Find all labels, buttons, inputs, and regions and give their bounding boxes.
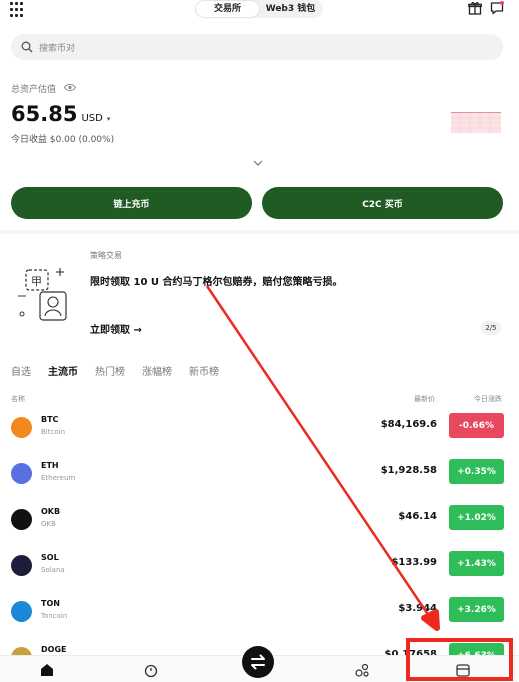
coin-symbol: DOGE — [41, 645, 67, 654]
chevron-down-icon[interactable]: ▾ — [107, 115, 111, 123]
coin-price: $3.944 — [398, 603, 437, 614]
column-header-name: 名称 — [11, 395, 25, 403]
coin-symbol: ETH — [41, 461, 59, 470]
coin-price: $84,169.6 — [380, 419, 437, 430]
search-icon — [21, 41, 33, 53]
today-pnl: 今日收益 $0.00 (0.00%) — [11, 135, 115, 145]
tab-major-coins[interactable]: 主流币 — [48, 363, 78, 378]
coin-price: $133.99 — [391, 557, 437, 568]
swap-arrows-icon — [251, 654, 265, 670]
pnl-sparkline[interactable] — [450, 108, 502, 134]
okb-coin-icon — [11, 509, 32, 530]
market-row[interactable]: SOL Solana $133.99 +1.43% — [0, 546, 519, 592]
coin-symbol: BTC — [41, 415, 59, 424]
btc-coin-icon — [11, 417, 32, 438]
promo-title[interactable]: 限时领取 10 U 合约马丁格尔包赔券，赔付您策略亏损。 — [90, 273, 342, 288]
ton-coin-icon — [11, 601, 32, 622]
assets-icon[interactable] — [455, 662, 471, 678]
tab-gainers[interactable]: 涨幅榜 — [142, 363, 172, 378]
coin-name: Bitcoin — [41, 428, 66, 436]
coin-price: $46.14 — [398, 511, 437, 522]
chat-icon[interactable] — [490, 1, 504, 15]
market-row[interactable]: ETH Ethereum $1,928.58 +0.35% — [0, 454, 519, 500]
tab-hot[interactable]: 热门榜 — [95, 363, 125, 378]
market-row[interactable]: OKB OKB $46.14 +1.02% — [0, 500, 519, 546]
eth-coin-icon — [11, 463, 32, 484]
coin-name: Ethereum — [41, 474, 76, 482]
total-value: 65.85 — [11, 102, 78, 126]
top-bar: 交易所 Web3 钱包 — [0, 0, 519, 22]
promo-pager: 2/5 — [481, 321, 501, 335]
eye-icon[interactable] — [64, 83, 76, 92]
c2c-buy-button[interactable]: C2C 买币 — [262, 187, 503, 219]
column-header-change[interactable]: 今日涨跌 — [474, 394, 502, 404]
assets-label: 总资产估值 — [11, 85, 57, 95]
tab-exchange[interactable]: 交易所 — [196, 1, 259, 17]
discover-icon[interactable] — [354, 662, 370, 678]
promo-illustration-icon: 甲 — [18, 268, 67, 321]
section-divider — [0, 230, 519, 234]
claim-now-link[interactable]: 立即领取 → — [90, 321, 142, 336]
total-balance: 65.85 USD ▾ — [11, 102, 110, 126]
coin-price: $1,928.58 — [380, 465, 437, 476]
change-badge[interactable]: +3.26% — [449, 597, 504, 622]
grid-menu-icon[interactable] — [10, 2, 26, 18]
currency-selector[interactable]: USD — [81, 113, 102, 124]
change-badge[interactable]: +0.35% — [449, 459, 504, 484]
coin-symbol: SOL — [41, 553, 59, 562]
change-badge[interactable]: +1.43% — [449, 551, 504, 576]
coin-symbol: TON — [41, 599, 60, 608]
coin-name: Toncoin — [41, 612, 68, 620]
tab-favorites[interactable]: 自选 — [11, 363, 31, 378]
search-placeholder: 搜索币对 — [39, 43, 76, 54]
promo-tag: 策略交易 — [90, 251, 122, 260]
sol-coin-icon — [11, 555, 32, 576]
market-tabs: 自选 主流币 热门榜 涨幅榜 新币榜 — [11, 363, 236, 378]
trade-button[interactable] — [242, 646, 274, 678]
coin-symbol: OKB — [41, 507, 61, 516]
market-row[interactable]: TON Toncoin $3.944 +3.26% — [0, 592, 519, 638]
expand-chevron-icon[interactable] — [252, 158, 264, 168]
coin-name: OKB — [41, 520, 56, 528]
market-row[interactable]: BTC Bitcoin $84,169.6 -0.66% — [0, 408, 519, 454]
tab-web3-wallet[interactable]: Web3 钱包 — [259, 1, 322, 17]
change-badge[interactable]: +1.02% — [449, 505, 504, 530]
coin-name: Solana — [41, 566, 65, 574]
gift-icon[interactable] — [468, 1, 482, 15]
svg-text:甲: 甲 — [31, 275, 42, 288]
timer-icon[interactable] — [143, 662, 159, 678]
onchain-deposit-button[interactable]: 链上充币 — [11, 187, 252, 219]
search-bar[interactable]: 搜索币对 — [11, 34, 503, 60]
home-icon[interactable] — [39, 662, 55, 678]
column-header-price[interactable]: 最新价 — [414, 394, 435, 404]
mode-switch: 交易所 Web3 钱包 — [195, 0, 323, 18]
change-badge[interactable]: -0.66% — [449, 413, 504, 438]
tab-new-listings[interactable]: 新币榜 — [189, 363, 219, 378]
